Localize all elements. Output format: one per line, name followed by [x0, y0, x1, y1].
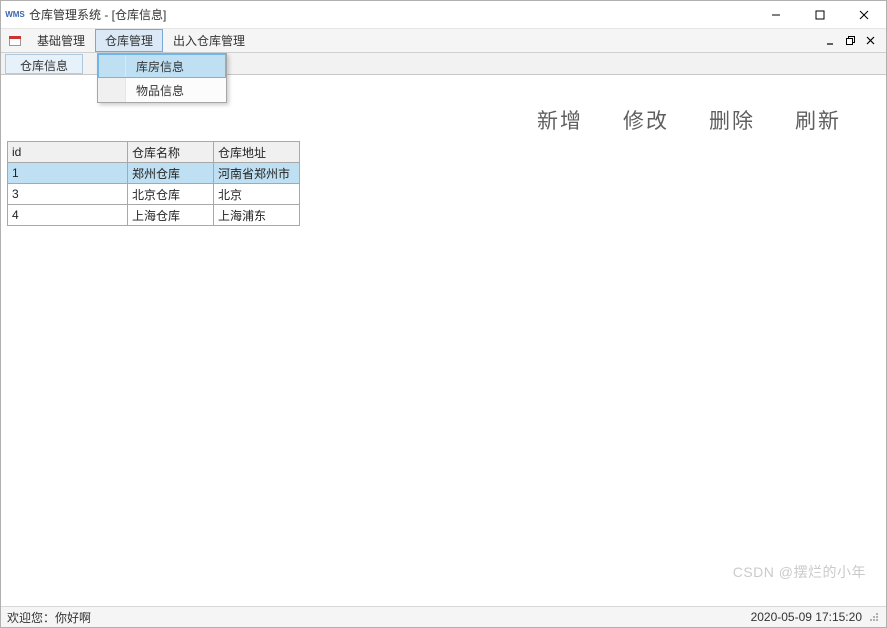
- close-button[interactable]: [842, 1, 886, 29]
- col-header-id[interactable]: id: [8, 142, 128, 163]
- dropdown-item-warehouse-info[interactable]: 库房信息: [98, 54, 226, 78]
- dropdown-item-label: 物品信息: [126, 78, 226, 102]
- table-cell-name[interactable]: 上海仓库: [128, 205, 214, 226]
- menu-basic-mgmt[interactable]: 基础管理: [27, 29, 95, 52]
- table-cell-addr[interactable]: 河南省郑州市: [214, 163, 300, 184]
- menu-warehouse-mgmt[interactable]: 仓库管理: [95, 29, 163, 52]
- tab-warehouse-info[interactable]: 仓库信息: [5, 54, 83, 74]
- table-header-row: id 仓库名称 仓库地址: [8, 142, 300, 163]
- client-area: 新增 修改 删除 刷新 id 仓库名称 仓库地址 1郑州仓库河南省郑州市3北京仓…: [1, 75, 886, 608]
- action-bar: 新增 修改 删除 刷新: [537, 105, 841, 135]
- table-cell-addr[interactable]: 北京: [214, 184, 300, 205]
- table-cell-id[interactable]: 1: [8, 163, 128, 184]
- col-header-name[interactable]: 仓库名称: [128, 142, 214, 163]
- col-header-address[interactable]: 仓库地址: [214, 142, 300, 163]
- table-row[interactable]: 4上海仓库上海浦东: [8, 205, 300, 226]
- refresh-button[interactable]: 刷新: [795, 105, 841, 135]
- delete-button[interactable]: 删除: [709, 105, 755, 135]
- mdi-minimize-button[interactable]: [822, 34, 840, 48]
- table-cell-name[interactable]: 郑州仓库: [128, 163, 214, 184]
- warehouse-table[interactable]: id 仓库名称 仓库地址 1郑州仓库河南省郑州市3北京仓库北京4上海仓库上海浦东: [7, 141, 300, 226]
- dropdown-icon-col: [98, 78, 126, 102]
- add-button[interactable]: 新增: [537, 105, 583, 135]
- edit-button[interactable]: 修改: [623, 105, 669, 135]
- table-cell-name[interactable]: 北京仓库: [128, 184, 214, 205]
- table-row[interactable]: 1郑州仓库河南省郑州市: [8, 163, 300, 184]
- table-cell-id[interactable]: 3: [8, 184, 128, 205]
- status-bar: 欢迎您： 你好啊 2020-05-09 17:15:20: [1, 606, 886, 627]
- table-cell-id[interactable]: 4: [8, 205, 128, 226]
- watermark: CSDN @摆烂的小年: [733, 562, 866, 582]
- dropdown-icon-col: [98, 54, 126, 78]
- dropdown-item-goods-info[interactable]: 物品信息: [98, 78, 226, 102]
- app-icon: WMS: [7, 7, 23, 23]
- table-row[interactable]: 3北京仓库北京: [8, 184, 300, 205]
- resize-grip-icon[interactable]: [868, 611, 880, 623]
- form-icon: [7, 33, 23, 49]
- minimize-button[interactable]: [754, 1, 798, 29]
- status-username: 你好啊: [55, 609, 91, 626]
- window-title: 仓库管理系统 - [仓库信息]: [29, 6, 166, 23]
- mdi-close-button[interactable]: [862, 34, 880, 48]
- status-timestamp: 2020-05-09 17:15:20: [751, 610, 862, 624]
- menubar: 基础管理 仓库管理 出入仓库管理: [1, 29, 886, 53]
- maximize-button[interactable]: [798, 1, 842, 29]
- window-controls: [754, 1, 886, 29]
- status-welcome-label: 欢迎您：: [7, 609, 55, 626]
- dropdown-item-label: 库房信息: [126, 54, 226, 78]
- titlebar: WMS 仓库管理系统 - [仓库信息]: [1, 1, 886, 29]
- menu-dropdown: 库房信息 物品信息: [97, 53, 227, 103]
- mdi-restore-button[interactable]: [842, 34, 860, 48]
- table-cell-addr[interactable]: 上海浦东: [214, 205, 300, 226]
- menu-inout-mgmt[interactable]: 出入仓库管理: [163, 29, 255, 52]
- mdi-controls: [820, 34, 886, 48]
